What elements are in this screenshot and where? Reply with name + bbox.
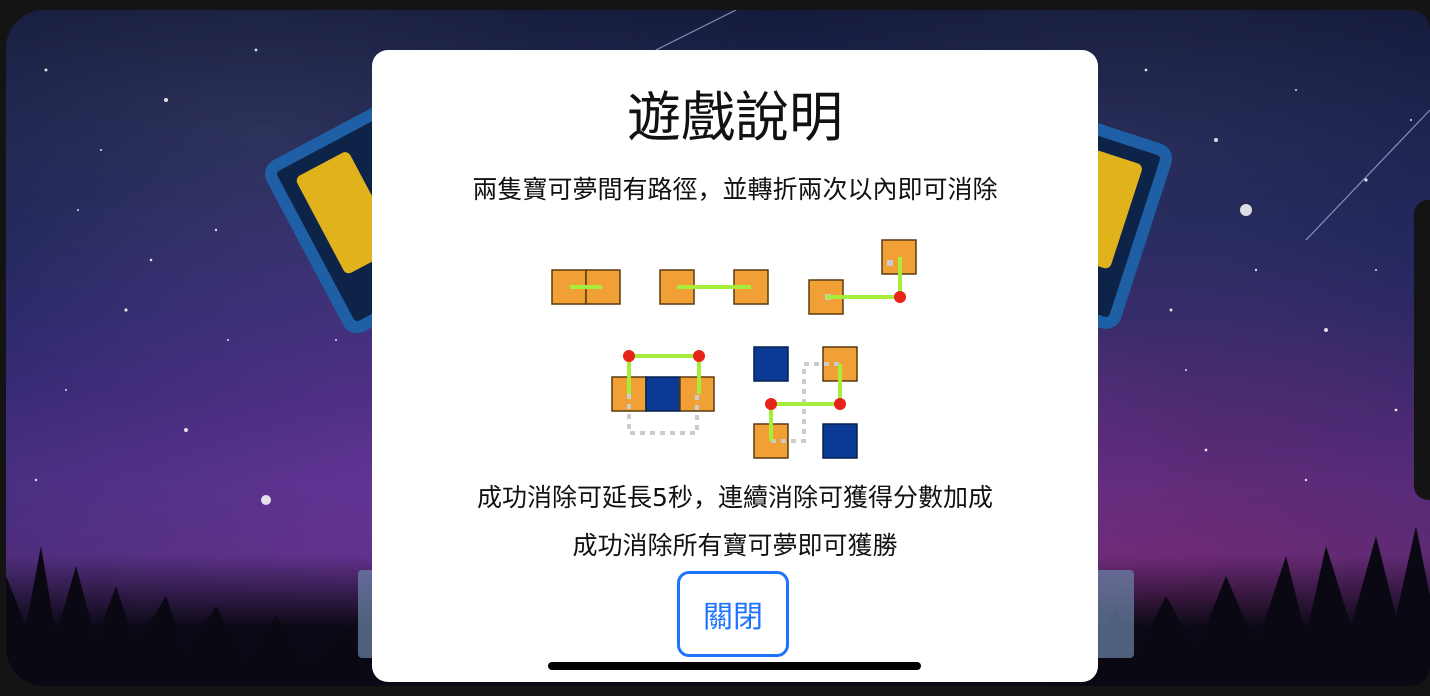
background-button-edge bbox=[1094, 570, 1134, 658]
turn-dot bbox=[894, 291, 906, 303]
example-two-turns-middle bbox=[753, 346, 858, 459]
example-one-turn bbox=[808, 239, 917, 315]
example-straight bbox=[659, 269, 769, 305]
home-indicator[interactable] bbox=[548, 662, 921, 670]
tile-blue bbox=[645, 376, 681, 412]
example-two-turns-over bbox=[611, 350, 715, 435]
turn-dot bbox=[834, 398, 846, 410]
turn-dot bbox=[765, 398, 777, 410]
instructions-dialog: 遊戲說明 兩隻寶可夢間有路徑，並轉折兩次以內即可消除 成功消除可延長5秒，連續消… bbox=[372, 50, 1098, 682]
dialog-title: 遊戲說明 bbox=[627, 86, 843, 149]
tile-blue bbox=[753, 346, 789, 382]
rule-text: 兩隻寶可夢間有路徑，並轉折兩次以內即可消除 bbox=[472, 175, 998, 204]
turn-dot bbox=[693, 350, 705, 362]
bonus-text: 成功消除可延長5秒，連續消除可獲得分數加成 bbox=[477, 483, 993, 512]
turn-dot bbox=[623, 350, 635, 362]
device-notch bbox=[1414, 200, 1430, 500]
win-text: 成功消除所有寶可夢即可獲勝 bbox=[572, 531, 898, 560]
example-adjacent bbox=[551, 269, 621, 305]
matching-rules-diagram bbox=[551, 239, 917, 459]
tile-blue bbox=[822, 423, 858, 459]
close-button[interactable]: 關閉 bbox=[677, 571, 789, 657]
